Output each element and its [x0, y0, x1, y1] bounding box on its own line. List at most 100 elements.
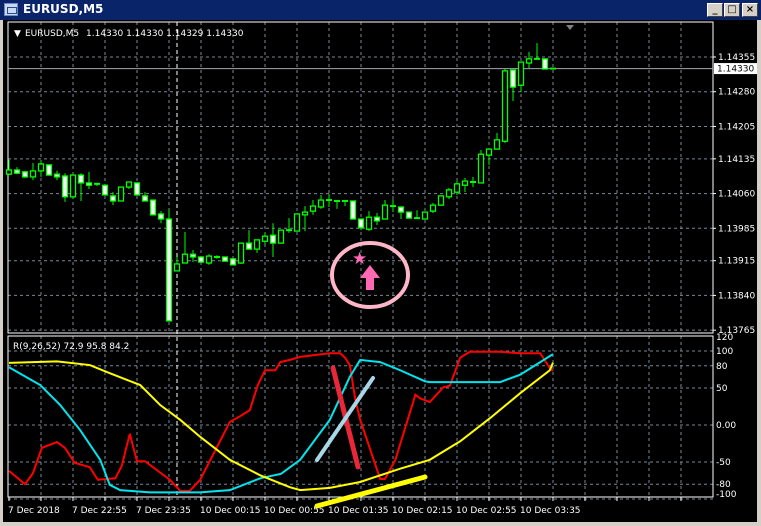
candle-body — [61, 175, 69, 198]
candle — [165, 208, 173, 322]
candle-body — [157, 213, 165, 220]
candle-body — [525, 58, 533, 64]
candle-body — [53, 173, 61, 178]
candle-body — [229, 258, 237, 266]
chart-background — [3, 20, 757, 522]
candle — [405, 211, 413, 219]
price-label: 1.14135 — [718, 155, 755, 165]
candle-body — [69, 174, 77, 198]
candle-body — [165, 218, 173, 322]
candle-body — [149, 199, 157, 216]
candle-body — [293, 213, 301, 232]
candle-body — [237, 242, 245, 264]
candle-body — [269, 234, 277, 244]
candle — [293, 213, 301, 232]
candle-body — [397, 206, 405, 213]
minimize-button[interactable]: _ — [707, 3, 723, 17]
candle — [357, 218, 365, 231]
time-label: 10 Dec 01:35 — [328, 506, 389, 516]
candle — [349, 200, 357, 220]
candle-body — [485, 148, 493, 156]
indicator-level-label: -50 — [716, 458, 731, 468]
candle-body — [381, 204, 389, 220]
candle-body — [349, 200, 357, 220]
candle — [69, 174, 77, 200]
candle-body — [5, 169, 13, 175]
candle-body — [141, 195, 149, 202]
price-label: 1.13915 — [718, 257, 755, 267]
candle-body — [117, 186, 125, 202]
time-label: 10 Dec 02:15 — [392, 506, 453, 516]
candle — [101, 184, 109, 196]
price-label: 1.14280 — [718, 88, 755, 98]
chart-menu-triangle[interactable]: ▼ — [14, 29, 21, 39]
maximize-button[interactable]: □ — [724, 3, 740, 17]
candle — [21, 170, 29, 178]
candle — [229, 258, 237, 266]
price-label: 1.13840 — [718, 291, 755, 301]
candle-body — [205, 255, 213, 264]
candle-body — [189, 253, 197, 258]
candle-body — [45, 164, 53, 176]
ohlc-label: 1.14330 1.14330 1.14329 1.14330 — [86, 29, 244, 39]
candle-body — [461, 180, 469, 186]
candle-body — [429, 204, 437, 212]
indicator-level-label: 50 — [716, 384, 728, 394]
candle — [45, 164, 53, 176]
candle-body — [477, 153, 485, 184]
indicator-level-label: 0.00 — [716, 421, 736, 431]
candle-body — [221, 256, 229, 262]
candle-body — [277, 229, 285, 244]
indicator-label: R(9,26,52) 72.9 95.8 84.2 — [13, 342, 129, 352]
candle-body — [29, 170, 37, 178]
candle — [421, 211, 429, 220]
price-label: 1.14060 — [718, 190, 755, 200]
time-label: 10 Dec 00:15 — [200, 506, 261, 516]
candle-body — [13, 169, 21, 174]
candle — [237, 242, 245, 264]
candle-body — [501, 70, 509, 142]
time-label: 7 Dec 22:55 — [72, 506, 127, 516]
indicator-level-label: -100 — [716, 490, 737, 500]
indicator-level-label: 100 — [716, 347, 733, 357]
candle — [541, 58, 549, 70]
time-label: 7 Dec 23:35 — [136, 506, 191, 516]
candle-body — [181, 253, 189, 264]
price-axis: 1.14355 1.14280 1.14205 1.14135 1.14060 1.139… — [713, 53, 755, 336]
candle-body — [373, 216, 381, 222]
candle-body — [357, 218, 365, 229]
chart-window-icon — [4, 3, 18, 16]
candle — [205, 254, 213, 265]
candle — [221, 256, 229, 262]
candle-body — [453, 183, 461, 193]
candle — [197, 256, 205, 263]
symbol-label: EURUSD,M5 — [25, 29, 79, 39]
candle-body — [253, 239, 261, 250]
candle-body — [261, 235, 269, 242]
candle — [501, 69, 509, 144]
candle-body — [493, 139, 501, 150]
candle-body — [445, 189, 453, 198]
candle-body — [245, 242, 253, 250]
candle-body — [125, 181, 133, 188]
candle-body — [109, 195, 117, 202]
candle — [437, 195, 445, 206]
window-title: EURUSD,M5 — [23, 2, 104, 16]
indicator-level-label: 120 — [716, 333, 733, 343]
candle — [133, 182, 141, 196]
candle-body — [77, 174, 85, 184]
candle-body — [541, 58, 549, 70]
candle — [277, 229, 285, 244]
candle-body — [421, 211, 429, 220]
time-label: 7 Dec 2018 — [8, 506, 60, 516]
candle — [445, 188, 453, 200]
star-icon: ★ — [352, 249, 367, 269]
chart-area[interactable]: 1.14355 1.14280 1.14205 1.14135 1.14060 1.139… — [0, 20, 761, 526]
candle-body — [85, 182, 93, 186]
close-button[interactable]: × — [742, 3, 758, 17]
price-label: 1.14205 — [718, 122, 755, 132]
title-bar: EURUSD,M5 _ □ × — [0, 0, 761, 20]
candle — [117, 186, 125, 202]
candle-body — [365, 216, 373, 230]
candle-body — [517, 61, 525, 86]
